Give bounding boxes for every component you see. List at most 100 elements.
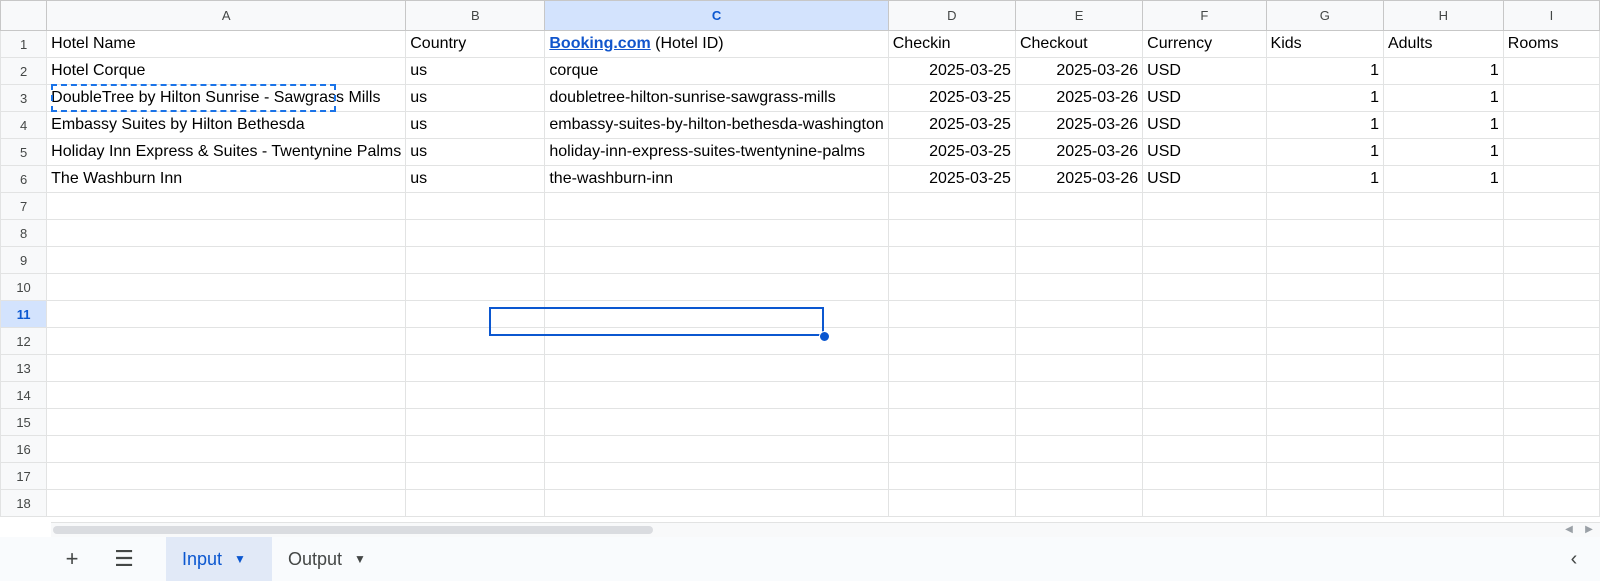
- empty-cell[interactable]: [405, 219, 546, 247]
- empty-cell[interactable]: [544, 489, 889, 517]
- cell-header-kids[interactable]: Kids: [1265, 30, 1384, 58]
- cell-hotel-name[interactable]: The Washburn Inn: [46, 165, 407, 193]
- row-header[interactable]: 15: [0, 408, 48, 436]
- empty-cell[interactable]: [1265, 354, 1384, 382]
- column-header-e[interactable]: E: [1014, 0, 1144, 31]
- cell-hotel-name[interactable]: Embassy Suites by Hilton Bethesda: [46, 111, 407, 139]
- cell-checkout[interactable]: 2025-03-26: [1014, 84, 1144, 112]
- cell-kids[interactable]: 1: [1265, 138, 1384, 166]
- empty-cell[interactable]: [46, 408, 407, 436]
- empty-cell[interactable]: [1502, 192, 1600, 220]
- empty-cell[interactable]: [405, 489, 546, 517]
- empty-cell[interactable]: [1014, 462, 1144, 490]
- cell-checkin[interactable]: 2025-03-25: [887, 165, 1016, 193]
- row-header[interactable]: 11: [0, 300, 48, 328]
- empty-cell[interactable]: [1502, 408, 1600, 436]
- column-header-h[interactable]: H: [1382, 0, 1504, 31]
- empty-cell[interactable]: [544, 354, 889, 382]
- empty-cell[interactable]: [1014, 300, 1144, 328]
- cell-header-adults[interactable]: Adults: [1382, 30, 1504, 58]
- empty-cell[interactable]: [46, 246, 407, 274]
- cell-checkout[interactable]: 2025-03-26: [1014, 111, 1144, 139]
- dropdown-caret-icon[interactable]: ▼: [354, 552, 366, 566]
- row-header[interactable]: 10: [0, 273, 48, 301]
- cell-rooms[interactable]: [1502, 138, 1600, 166]
- empty-cell[interactable]: [1502, 273, 1600, 301]
- fill-handle[interactable]: [819, 331, 830, 342]
- cell-header-rooms[interactable]: Rooms: [1502, 30, 1600, 58]
- empty-cell[interactable]: [46, 192, 407, 220]
- empty-cell[interactable]: [1265, 435, 1384, 463]
- row-header[interactable]: 7: [0, 192, 48, 220]
- empty-cell[interactable]: [544, 381, 889, 409]
- cell-kids[interactable]: 1: [1265, 111, 1384, 139]
- empty-cell[interactable]: [1014, 381, 1144, 409]
- horizontal-scrollbar[interactable]: ◀ ▶: [51, 522, 1600, 537]
- row-header[interactable]: 4: [0, 111, 48, 139]
- cell-header-checkin[interactable]: Checkin: [887, 30, 1016, 58]
- empty-cell[interactable]: [544, 435, 889, 463]
- empty-cell[interactable]: [1502, 489, 1600, 517]
- empty-cell[interactable]: [1502, 327, 1600, 355]
- cell-header-country[interactable]: Country: [405, 30, 546, 58]
- empty-cell[interactable]: [887, 300, 1016, 328]
- empty-cell[interactable]: [1014, 408, 1144, 436]
- cell-currency[interactable]: USD: [1142, 84, 1267, 112]
- cell-adults[interactable]: 1: [1382, 111, 1504, 139]
- booking-link[interactable]: Booking.com: [549, 35, 650, 52]
- column-header-c[interactable]: C: [544, 0, 889, 31]
- empty-cell[interactable]: [1265, 273, 1384, 301]
- empty-cell[interactable]: [1142, 246, 1267, 274]
- empty-cell[interactable]: [887, 192, 1016, 220]
- sheet-tab-input[interactable]: Input ▼: [166, 537, 272, 581]
- empty-cell[interactable]: [1502, 219, 1600, 247]
- empty-cell[interactable]: [1502, 381, 1600, 409]
- empty-cell[interactable]: [1265, 381, 1384, 409]
- empty-cell[interactable]: [46, 273, 407, 301]
- cell-currency[interactable]: USD: [1142, 165, 1267, 193]
- scroll-left-arrow-icon[interactable]: ◀: [1561, 523, 1577, 537]
- cell-rooms[interactable]: [1502, 165, 1600, 193]
- scrollbar-thumb[interactable]: [53, 526, 653, 534]
- empty-cell[interactable]: [1265, 219, 1384, 247]
- empty-cell[interactable]: [1265, 489, 1384, 517]
- cell-hotel-id[interactable]: doubletree-hilton-sunrise-sawgrass-mills: [544, 84, 889, 112]
- empty-cell[interactable]: [1265, 327, 1384, 355]
- cell-hotel-id[interactable]: corque: [544, 57, 889, 85]
- empty-cell[interactable]: [405, 192, 546, 220]
- empty-cell[interactable]: [405, 273, 546, 301]
- row-header[interactable]: 1: [0, 30, 48, 58]
- empty-cell[interactable]: [1265, 246, 1384, 274]
- empty-cell[interactable]: [1142, 300, 1267, 328]
- empty-cell[interactable]: [1265, 462, 1384, 490]
- cell-checkin[interactable]: 2025-03-25: [887, 84, 1016, 112]
- cell-header-hotel-name[interactable]: Hotel Name: [46, 30, 407, 58]
- row-header[interactable]: 12: [0, 327, 48, 355]
- column-header-a[interactable]: A: [46, 0, 407, 31]
- row-header[interactable]: 13: [0, 354, 48, 382]
- empty-cell[interactable]: [1014, 246, 1144, 274]
- empty-cell[interactable]: [1502, 462, 1600, 490]
- empty-cell[interactable]: [1265, 300, 1384, 328]
- row-header[interactable]: 16: [0, 435, 48, 463]
- empty-cell[interactable]: [46, 435, 407, 463]
- cell-checkout[interactable]: 2025-03-26: [1014, 57, 1144, 85]
- cell-country[interactable]: us: [405, 111, 546, 139]
- dropdown-caret-icon[interactable]: ▼: [234, 552, 246, 566]
- empty-cell[interactable]: [1014, 489, 1144, 517]
- empty-cell[interactable]: [405, 381, 546, 409]
- cell-header-checkout[interactable]: Checkout: [1014, 30, 1144, 58]
- cell-checkin[interactable]: 2025-03-25: [887, 111, 1016, 139]
- cell-kids[interactable]: 1: [1265, 84, 1384, 112]
- select-all-corner[interactable]: [0, 0, 48, 31]
- empty-cell[interactable]: [1142, 435, 1267, 463]
- empty-cell[interactable]: [1382, 327, 1504, 355]
- cell-adults[interactable]: 1: [1382, 138, 1504, 166]
- add-sheet-button[interactable]: +: [54, 537, 90, 581]
- empty-cell[interactable]: [46, 300, 407, 328]
- empty-cell[interactable]: [405, 408, 546, 436]
- column-header-d[interactable]: D: [887, 0, 1016, 31]
- empty-cell[interactable]: [1014, 219, 1144, 247]
- empty-cell[interactable]: [887, 408, 1016, 436]
- cell-checkin[interactable]: 2025-03-25: [887, 57, 1016, 85]
